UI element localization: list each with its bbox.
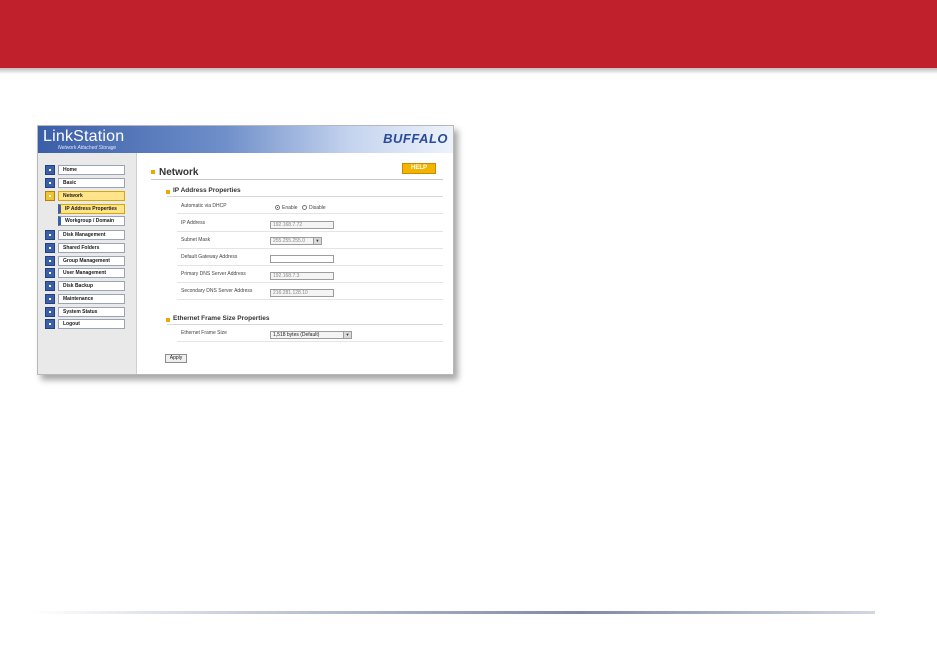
section-divider <box>167 196 443 197</box>
sidebar-item-logout[interactable]: Logout <box>45 319 125 329</box>
buffalo-logo: BUFFALO <box>383 131 448 146</box>
title-divider <box>151 179 443 180</box>
frame-size-section-title: Ethernet Frame Size Properties <box>173 315 270 322</box>
home-icon <box>45 165 55 175</box>
default-gateway-field[interactable] <box>270 255 334 263</box>
sidebar-item-label: Network <box>58 191 125 201</box>
default-gateway-label: Default Gateway Address <box>181 254 238 260</box>
subnet-mask-select[interactable]: 255.255.255.0 ▼ <box>270 237 322 245</box>
secondary-dns-field[interactable]: 216.281.128.10 <box>270 289 334 297</box>
sidebar-item-label: Maintenance <box>58 294 125 304</box>
sidebar-subitem-ip-address-properties[interactable]: IP Address Properties <box>58 204 125 214</box>
dhcp-enable-radio[interactable] <box>275 205 280 210</box>
row-divider <box>177 231 443 232</box>
row-divider <box>177 282 443 283</box>
main-content: Network HELP IP Address Properties Autom… <box>137 153 453 374</box>
row-divider <box>177 248 443 249</box>
group-icon <box>45 256 55 266</box>
logo-subtitle: Network Attached Storage <box>58 145 117 151</box>
sidebar-item-label: User Management <box>58 268 125 278</box>
chevron-down-icon: ▼ <box>343 332 351 338</box>
chevron-down-icon: ▼ <box>313 238 321 244</box>
sidebar-item-label: Basic <box>58 178 125 188</box>
basic-settings-icon <box>45 178 55 188</box>
sidebar-item-system-status[interactable]: System Status <box>45 307 125 317</box>
sidebar-item-basic[interactable]: Basic <box>45 178 125 188</box>
sidebar-item-label: Shared Folders <box>58 243 125 253</box>
secondary-dns-label: Secondary DNS Server Address <box>181 288 253 294</box>
sidebar-item-label: Disk Management <box>58 230 125 240</box>
disk-icon <box>45 230 55 240</box>
row-divider <box>177 299 443 300</box>
sidebar-item-home[interactable]: Home <box>45 165 125 175</box>
top-banner <box>0 0 937 68</box>
user-icon <box>45 268 55 278</box>
sidebar: Home Basic Network IP Address Properties… <box>38 153 137 374</box>
dhcp-radio-group: Enable Disable <box>275 205 375 213</box>
app-header: LinkStation Network Attached Storage BUF… <box>38 126 453 153</box>
sidebar-item-disk-management[interactable]: Disk Management <box>45 230 125 240</box>
status-icon <box>45 307 55 317</box>
linkstation-screenshot: LinkStation Network Attached Storage BUF… <box>37 125 454 375</box>
primary-dns-label: Primary DNS Server Address <box>181 271 246 277</box>
dhcp-label: Automatic via DHCP <box>181 203 227 209</box>
row-divider <box>177 265 443 266</box>
primary-dns-field[interactable]: 192.168.7.3 <box>270 272 334 280</box>
sidebar-item-user-management[interactable]: User Management <box>45 268 125 278</box>
row-divider <box>177 213 443 214</box>
apply-button[interactable]: Apply <box>165 354 187 363</box>
row-divider <box>177 341 443 342</box>
section-bullet-icon <box>166 318 170 322</box>
dhcp-enable-label: Enable <box>282 205 298 211</box>
sidebar-item-disk-backup[interactable]: Disk Backup <box>45 281 125 291</box>
sidebar-item-label: Group Management <box>58 256 125 266</box>
page-title: Network <box>159 167 199 178</box>
linkstation-logo: LinkStation <box>43 128 125 145</box>
subnet-mask-value: 255.255.255.0 <box>273 238 305 244</box>
sidebar-item-label: Logout <box>58 319 125 329</box>
sidebar-subitem-workgroup-domain[interactable]: Workgroup / Domain <box>58 216 125 226</box>
logout-icon <box>45 319 55 329</box>
sidebar-subitem-label: Workgroup / Domain <box>58 216 125 226</box>
ip-section-title: IP Address Properties <box>173 187 241 194</box>
sidebar-item-network[interactable]: Network <box>45 191 125 201</box>
section-divider <box>167 324 443 325</box>
network-icon <box>45 191 55 201</box>
sidebar-item-maintenance[interactable]: Maintenance <box>45 294 125 304</box>
sidebar-item-label: Disk Backup <box>58 281 125 291</box>
footer-divider <box>30 611 875 614</box>
frame-size-value: 1,518 bytes (Default) <box>273 332 320 338</box>
dhcp-disable-label: Disable <box>309 205 326 211</box>
dhcp-disable-radio[interactable] <box>302 205 307 210</box>
ip-address-label: IP Address <box>181 220 206 226</box>
ip-address-field[interactable]: 192.168.7.72 <box>270 221 334 229</box>
folder-icon <box>45 243 55 253</box>
sidebar-item-label: System Status <box>58 307 125 317</box>
sidebar-item-shared-folders[interactable]: Shared Folders <box>45 243 125 253</box>
sidebar-subitem-label: IP Address Properties <box>58 204 125 214</box>
banner-shadow <box>0 68 937 74</box>
subnet-mask-label: Subnet Mask <box>181 237 211 243</box>
sidebar-item-label: Home <box>58 165 125 175</box>
section-bullet-icon <box>166 190 170 194</box>
sidebar-item-group-management[interactable]: Group Management <box>45 256 125 266</box>
title-bullet-icon <box>151 170 155 174</box>
backup-icon <box>45 281 55 291</box>
maintenance-icon <box>45 294 55 304</box>
help-button[interactable]: HELP <box>402 163 436 174</box>
frame-size-select[interactable]: 1,518 bytes (Default) ▼ <box>270 331 352 339</box>
frame-size-label: Ethernet Frame Size <box>181 330 227 336</box>
